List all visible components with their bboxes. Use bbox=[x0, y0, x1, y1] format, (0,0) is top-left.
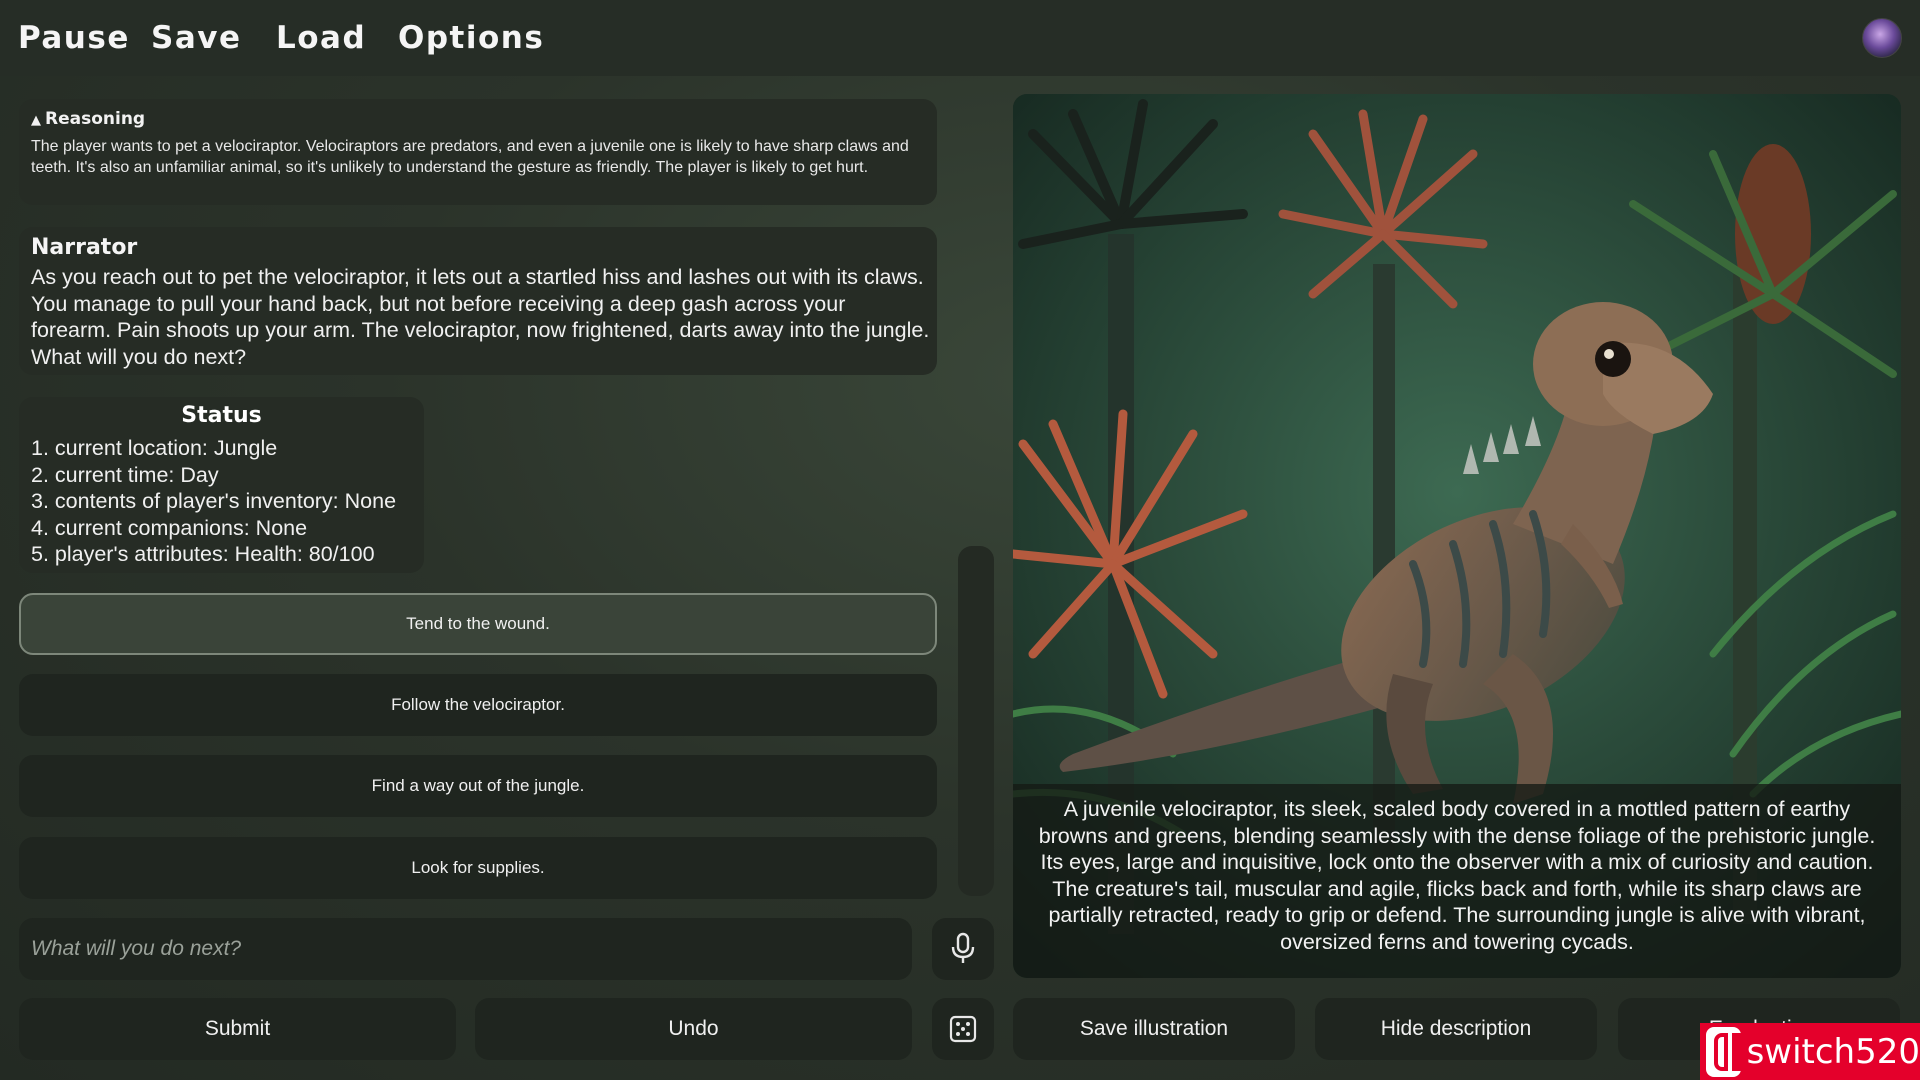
menu-save[interactable]: Save bbox=[151, 14, 241, 62]
choice-find-way-out[interactable]: Find a way out of the jungle. bbox=[19, 755, 937, 817]
reasoning-title: Reasoning bbox=[45, 109, 146, 129]
user-avatar[interactable] bbox=[1862, 18, 1902, 58]
triangle-up-icon: ▲ bbox=[31, 113, 41, 128]
reasoning-toggle[interactable]: ▲ Reasoning bbox=[31, 109, 145, 129]
illustration-panel: A juvenile velociraptor, its sleek, scal… bbox=[1013, 94, 1901, 978]
status-item: 2. current time: Day bbox=[31, 462, 219, 487]
status-item: 5. player's attributes: Health: 80/100 bbox=[31, 542, 375, 566]
save-illustration-button[interactable]: Save illustration bbox=[1013, 998, 1295, 1060]
choice-tend-wound[interactable]: Tend to the wound. bbox=[19, 593, 937, 655]
narrator-panel: Narrator As you reach out to pet the vel… bbox=[19, 227, 937, 375]
watermark: switch520 bbox=[1700, 1023, 1920, 1080]
switch-logo-icon bbox=[1706, 1026, 1748, 1077]
scrollbar[interactable] bbox=[958, 546, 994, 896]
narrator-text: As you reach out to pet the velociraptor… bbox=[31, 265, 930, 369]
watermark-text: switch520 bbox=[1746, 1031, 1920, 1072]
random-action-button[interactable] bbox=[932, 998, 994, 1060]
status-list: 1. current location: Jungle 2. current t… bbox=[31, 435, 396, 568]
status-item: 4. current companions: None bbox=[31, 515, 308, 540]
dice-icon bbox=[949, 1015, 977, 1043]
microphone-icon bbox=[951, 932, 975, 963]
menu-pause[interactable]: Pause bbox=[18, 14, 130, 62]
mic-button[interactable] bbox=[932, 918, 994, 980]
choice-follow-velociraptor[interactable]: Follow the velociraptor. bbox=[19, 674, 937, 736]
reasoning-panel: ▲ Reasoning The player wants to pet a vel… bbox=[19, 99, 937, 205]
illustration-caption: A juvenile velociraptor, its sleek, scal… bbox=[1013, 784, 1901, 978]
choice-look-supplies[interactable]: Look for supplies. bbox=[19, 837, 937, 899]
status-title: Status bbox=[181, 403, 262, 428]
top-menu-bar: Pause Save Load Options bbox=[0, 0, 1920, 76]
hide-description-button[interactable]: Hide description bbox=[1315, 998, 1597, 1060]
menu-options[interactable]: Options bbox=[398, 14, 544, 62]
status-item: 3. contents of player's inventory: None bbox=[31, 489, 397, 513]
undo-button[interactable]: Undo bbox=[475, 998, 912, 1060]
status-panel: Status 1. current location: Jungle 2. cu… bbox=[19, 397, 424, 573]
action-input[interactable] bbox=[19, 918, 912, 980]
submit-button[interactable]: Submit bbox=[19, 998, 456, 1060]
reasoning-text: The player wants to pet a velociraptor. … bbox=[31, 138, 909, 176]
action-input-container bbox=[19, 918, 912, 980]
narrator-title: Narrator bbox=[31, 235, 138, 260]
status-item: 1. current location: Jungle bbox=[31, 436, 278, 460]
menu-load[interactable]: Load bbox=[276, 14, 366, 62]
